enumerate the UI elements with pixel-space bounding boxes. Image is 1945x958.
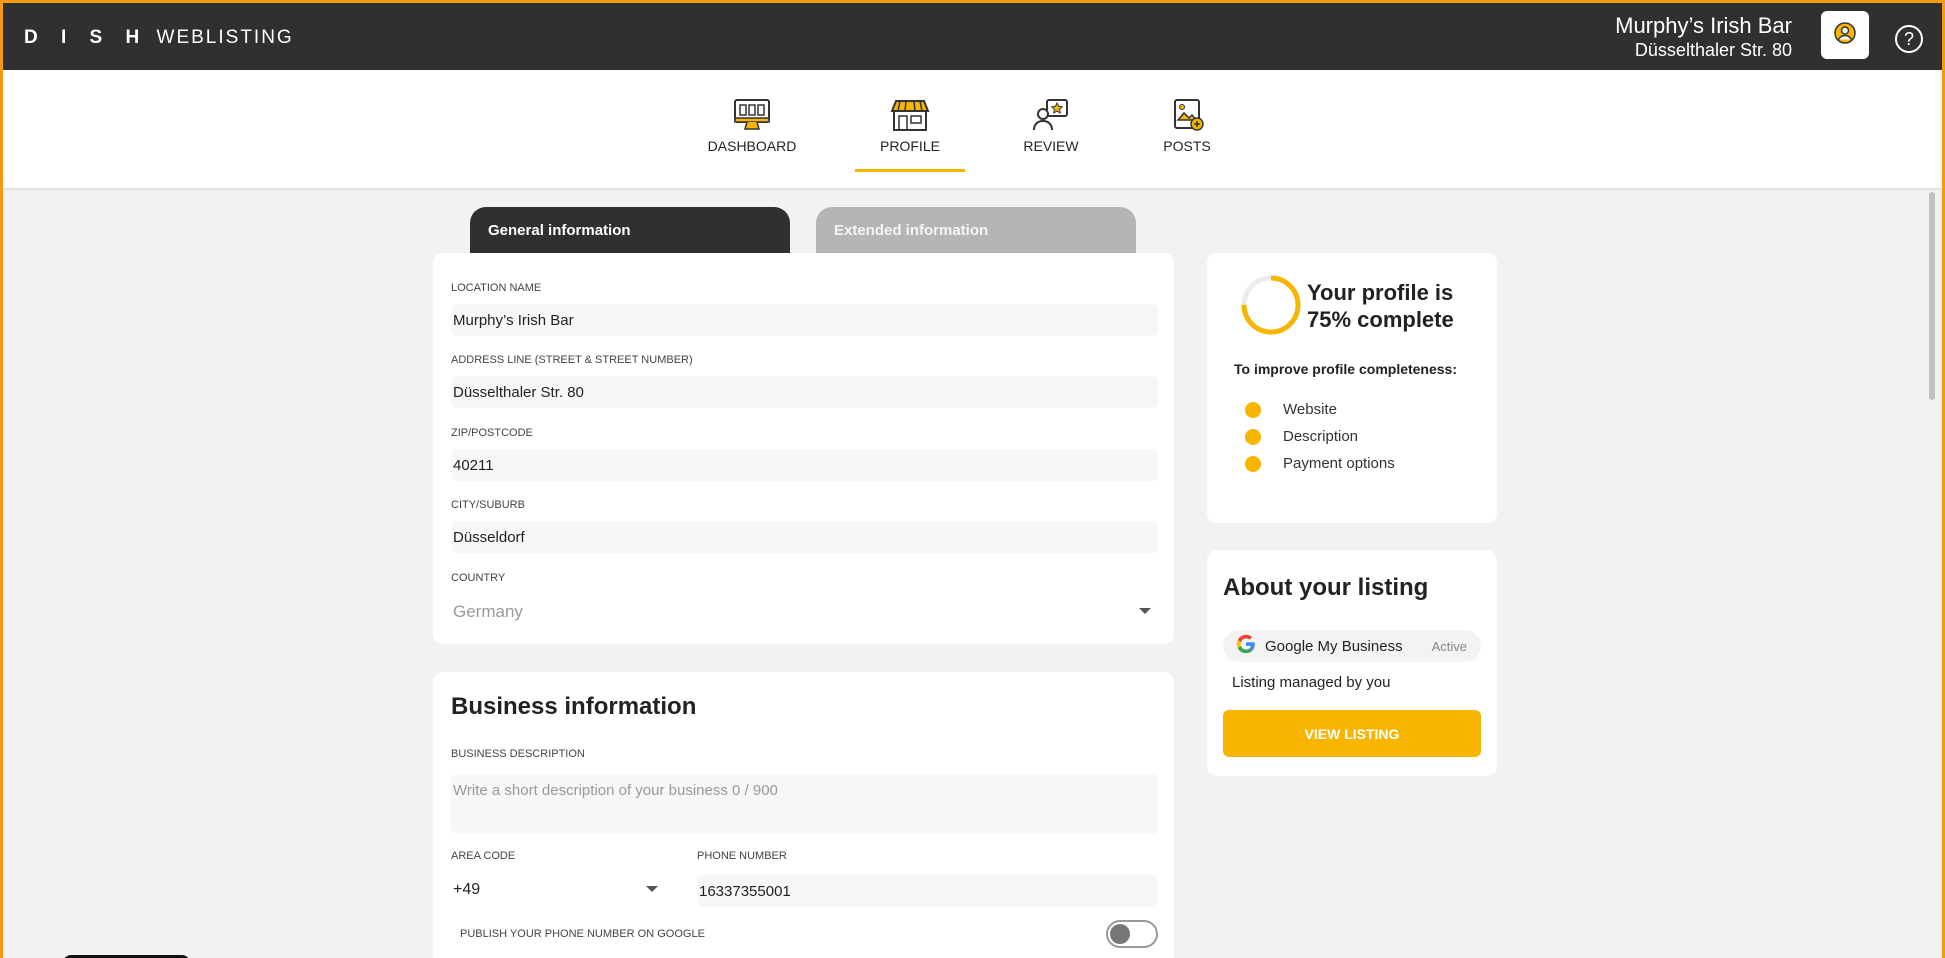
todo-label: Website	[1283, 401, 1337, 418]
country-label: COUNTRY	[451, 572, 506, 584]
business-description-textarea[interactable]: Write a short description of your busine…	[451, 774, 1158, 834]
zip-label: ZIP/POSTCODE	[451, 427, 533, 439]
listing-managed-text: Listing managed by you	[1232, 674, 1391, 691]
chevron-down-icon	[646, 886, 658, 892]
phone-number-field[interactable]: 16337355001	[697, 875, 1158, 907]
account-button[interactable]	[1821, 11, 1869, 59]
zip-field[interactable]: 40211	[451, 449, 1158, 481]
listing-status-badge: Active	[1431, 638, 1467, 654]
nav-posts[interactable]: POSTS	[1132, 98, 1242, 154]
toggle-knob	[1110, 924, 1130, 944]
review-star-icon	[996, 98, 1106, 132]
location-name-field[interactable]: Murphy’s Irish Bar	[451, 304, 1158, 336]
completeness-line-2: 75% complete	[1307, 307, 1454, 332]
nav-label: PROFILE	[880, 138, 940, 154]
tab-extended-information[interactable]: Extended information	[816, 207, 1136, 255]
post-image-icon	[1132, 98, 1242, 132]
bullet-dot-icon	[1245, 401, 1261, 418]
progress-ring	[1241, 275, 1301, 335]
logo-brand: D I S H	[24, 27, 149, 48]
venue-name: Murphy’s Irish Bar	[1615, 13, 1792, 38]
logo-product: WEBLISTING	[156, 27, 294, 48]
nav-profile[interactable]: PROFILE	[855, 98, 965, 172]
address-field[interactable]: Düsselthaler Str. 80	[451, 376, 1158, 408]
completeness-line-1: Your profile is	[1307, 280, 1454, 305]
city-label: CITY/SUBURB	[451, 499, 525, 511]
view-listing-button[interactable]: VIEW LISTING	[1223, 710, 1481, 757]
publish-phone-toggle[interactable]	[1106, 920, 1158, 948]
area-code-select[interactable]: +49	[451, 873, 663, 905]
question-circle-icon[interactable]: ?	[1895, 25, 1923, 53]
improve-title: To improve profile completeness:	[1234, 361, 1458, 377]
todo-label: Description	[1283, 428, 1359, 445]
storefront-icon	[855, 98, 965, 132]
main-nav: DASHBOARD PROFILE REVIEW POSTS	[3, 70, 1942, 190]
nav-label: POSTS	[1163, 138, 1211, 154]
general-information-card: LOCATION NAME Murphy’s Irish Bar ADDRESS…	[433, 253, 1174, 644]
business-information-card: Business information BUSINESS DESCRIPTIO…	[433, 672, 1174, 958]
location-name-label: LOCATION NAME	[451, 282, 542, 294]
venue-info: Murphy’s Irish Bar Düsselthaler Str. 80	[1615, 13, 1792, 61]
tab-general-information[interactable]: General information	[470, 207, 790, 255]
user-circle-icon	[1833, 21, 1857, 50]
monitor-icon	[697, 98, 807, 132]
listing-provider-chip: Google My Business Active	[1223, 630, 1481, 662]
nav-review[interactable]: REVIEW	[996, 98, 1106, 154]
bullet-dot-icon	[1245, 455, 1261, 472]
todo-label: Payment options	[1283, 455, 1395, 472]
venue-address: Düsselthaler Str. 80	[1634, 40, 1792, 60]
country-select[interactable]: Germany	[451, 594, 1158, 626]
todo-item-description[interactable]: Description	[1245, 428, 1358, 445]
business-section-title: Business information	[451, 693, 697, 720]
top-bar: D I S H WEBLISTING Murphy’s Irish Bar Dü…	[3, 3, 1942, 70]
area-code-label: AREA CODE	[451, 850, 516, 862]
todo-item-payment-options[interactable]: Payment options	[1245, 455, 1395, 472]
page-scrollbar[interactable]	[1927, 190, 1937, 958]
business-description-label: BUSINESS DESCRIPTION	[451, 748, 585, 760]
nav-dashboard[interactable]: DASHBOARD	[697, 98, 807, 154]
scrollbar-thumb[interactable]	[1929, 192, 1935, 400]
provider-name: Google My Business	[1265, 637, 1403, 655]
completeness-text: Your profile is 75% complete	[1307, 279, 1454, 333]
app-logo[interactable]: D I S H WEBLISTING	[24, 27, 294, 49]
nav-label: REVIEW	[1023, 138, 1079, 154]
address-label: ADDRESS LINE (STREET & STREET NUMBER)	[451, 354, 693, 366]
about-listing-title: About your listing	[1223, 574, 1429, 601]
phone-number-label: PHONE NUMBER	[697, 850, 787, 862]
todo-item-website[interactable]: Website	[1245, 401, 1337, 418]
publish-phone-label: PUBLISH YOUR PHONE NUMBER ON GOOGLE	[460, 928, 705, 940]
chevron-down-icon	[1139, 608, 1151, 614]
profile-completeness-card: Your profile is 75% complete To improve …	[1207, 253, 1497, 523]
about-listing-card: About your listing Google My Business Ac…	[1207, 550, 1497, 776]
app-frame: D I S H WEBLISTING Murphy’s Irish Bar Dü…	[0, 0, 1945, 958]
google-icon	[1235, 633, 1257, 659]
nav-label: DASHBOARD	[707, 138, 797, 154]
city-field[interactable]: Düsseldorf	[451, 521, 1158, 553]
bullet-dot-icon	[1245, 428, 1261, 445]
